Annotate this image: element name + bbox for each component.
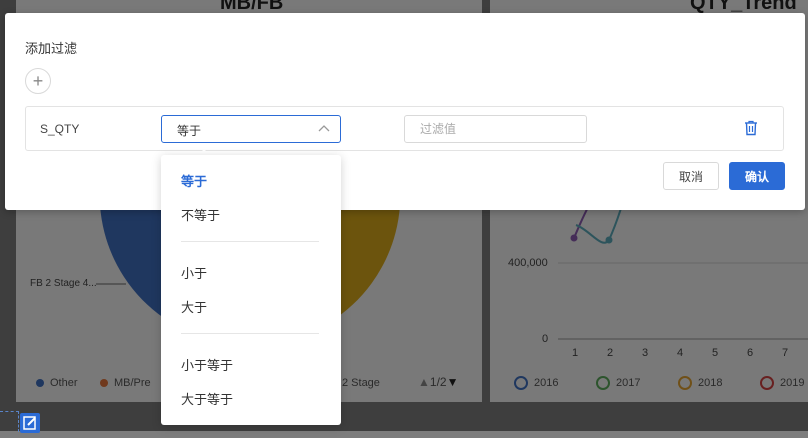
trash-icon[interactable] xyxy=(744,120,758,136)
option-less-or-equal[interactable]: 小于等于 xyxy=(181,355,233,374)
confirm-button[interactable]: 确认 xyxy=(729,162,785,190)
dropdown-divider xyxy=(181,241,319,242)
option-not-equal[interactable]: 不等于 xyxy=(181,205,220,224)
filter-field-name: S_QTY xyxy=(40,122,80,136)
option-greater-or-equal[interactable]: 大于等于 xyxy=(181,389,233,408)
dropdown-divider xyxy=(181,333,319,334)
filter-row: S_QTY 等于 xyxy=(25,106,784,151)
selection-outline xyxy=(0,411,19,432)
filter-value-input[interactable] xyxy=(404,115,587,143)
option-less-than[interactable]: 小于 xyxy=(181,263,207,282)
operator-select[interactable]: 等于 xyxy=(161,115,341,143)
operator-dropdown: 等于 不等于 小于 大于 小于等于 大于等于 xyxy=(161,155,341,425)
cancel-button[interactable]: 取消 xyxy=(663,162,719,190)
operator-select-value: 等于 xyxy=(177,124,202,138)
option-equal[interactable]: 等于 xyxy=(181,171,207,190)
edit-button[interactable] xyxy=(20,413,40,433)
chevron-up-icon xyxy=(318,125,330,132)
add-filter-button[interactable]: + xyxy=(25,68,51,94)
add-filter-dialog: 添加过滤 + S_QTY 等于 取消 确认 xyxy=(5,13,805,210)
plus-icon: + xyxy=(32,71,44,91)
option-greater-than[interactable]: 大于 xyxy=(181,297,207,316)
dialog-title: 添加过滤 xyxy=(25,41,78,56)
edit-icon xyxy=(23,416,36,430)
